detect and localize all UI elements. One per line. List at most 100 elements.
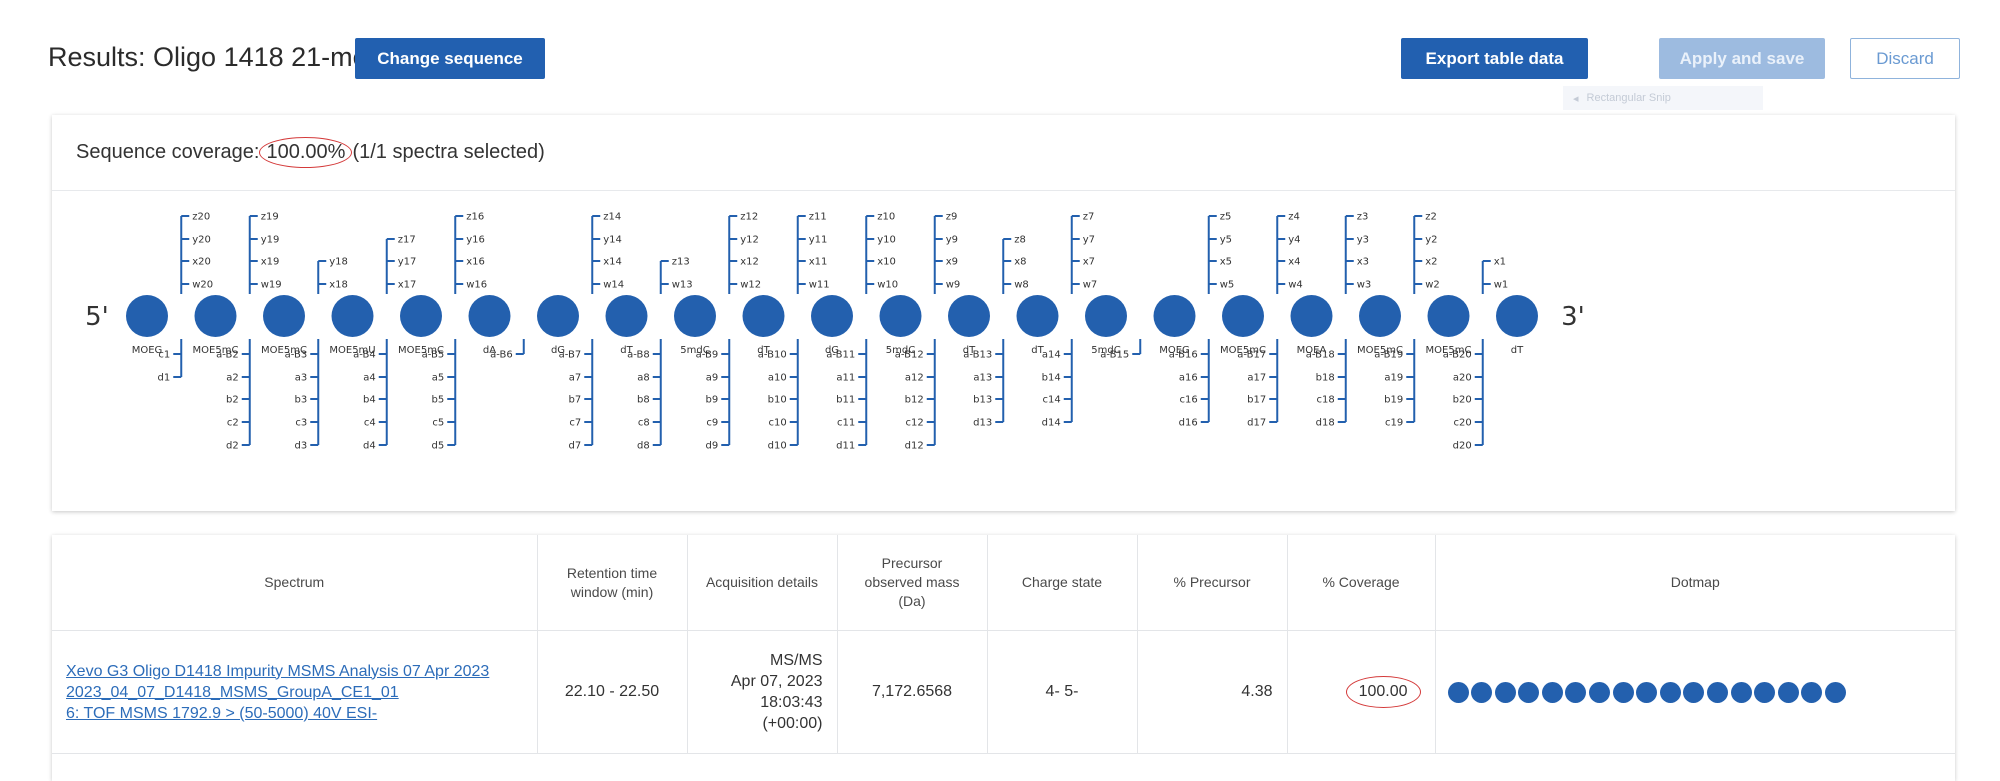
fragment-label: b13	[973, 395, 992, 406]
dotmap-dot	[1801, 681, 1823, 703]
acq-time: 18:03:43	[760, 694, 823, 711]
fragment-label: z12	[740, 212, 758, 223]
dotmap-dot	[1777, 681, 1799, 703]
fragment-label: w1	[1494, 280, 1509, 291]
header-retention[interactable]: Retention time window (min)	[537, 535, 688, 631]
residue-circle	[126, 295, 168, 337]
fragment-label: a13	[973, 373, 992, 384]
change-sequence-button[interactable]: Change sequence	[355, 38, 545, 79]
fragment-label: y20	[192, 235, 211, 246]
fragment-label: a-B6	[490, 350, 513, 361]
fragment-label: a20	[1453, 373, 1472, 384]
spectrum-link[interactable]: Xevo G3 Oligo D1418 Impurity MSMS Analys…	[66, 661, 523, 724]
apply-and-save-button: Apply and save	[1659, 38, 1825, 79]
fragment-label: c10	[769, 418, 787, 429]
fragment-label: a-B19	[1374, 350, 1403, 361]
residue-circle	[400, 295, 442, 337]
fragment-label: d5	[432, 441, 445, 452]
fragment-label: x19	[261, 257, 280, 268]
residue-circle	[811, 295, 853, 337]
header-pct-coverage[interactable]: % Coverage	[1287, 535, 1436, 631]
fragment-label: c4	[364, 418, 376, 429]
fragment-label: w3	[1357, 280, 1372, 291]
fragment-label: x3	[1357, 257, 1369, 268]
fragment-label: d20	[1453, 441, 1472, 452]
fragment-label: b4	[363, 395, 376, 406]
fragment-label: w7	[1083, 280, 1098, 291]
residue-circle	[194, 295, 237, 337]
fragment-label: d18	[1316, 418, 1335, 429]
fragment-label: x14	[603, 257, 622, 268]
fragment-label: a-B4	[353, 350, 376, 361]
coverage-summary: Sequence coverage: 100.00% (1/1 spectra se…	[76, 137, 545, 168]
fragment-label: a-B16	[1169, 350, 1198, 361]
fragment-label: a17	[1247, 373, 1266, 384]
fragment-label: a4	[363, 373, 376, 384]
fragment-label: c11	[837, 418, 855, 429]
fragment-label: c12	[906, 418, 924, 429]
fragment-label: d1	[158, 373, 171, 384]
fragment-label: a-B18	[1306, 350, 1335, 361]
fragment-label: y2	[1425, 235, 1437, 246]
fragment-label: b14	[1042, 373, 1061, 384]
fragment-label: y12	[740, 235, 759, 246]
fragment-label: a-B10	[758, 350, 787, 361]
residue-circle	[537, 295, 579, 337]
fragment-label: z20	[192, 212, 210, 223]
fragment-label: a9	[706, 373, 719, 384]
fragment-label: d7	[569, 441, 582, 452]
residue-circle	[742, 295, 785, 337]
fragment-label: y11	[809, 235, 828, 246]
fragment-label: b20	[1453, 395, 1472, 406]
fragment-label: z19	[261, 212, 279, 223]
acquisition-cell: MS/MS Apr 07, 2023 18:03:43 (+00:00)	[687, 630, 838, 754]
dotmap-dot	[1565, 681, 1587, 703]
fragment-label: y9	[946, 235, 958, 246]
table-row[interactable]: Xevo G3 Oligo D1418 Impurity MSMS Analys…	[52, 630, 1955, 754]
dotmap-dot	[1494, 681, 1516, 703]
fragment-label: w11	[809, 280, 830, 291]
discard-button[interactable]: Discard	[1850, 38, 1960, 79]
fragment-label: y14	[603, 235, 622, 246]
residue-circle	[1153, 295, 1196, 337]
header-charge-state[interactable]: Charge state	[987, 535, 1138, 631]
fragment-label: y7	[1083, 235, 1095, 246]
header-pct-precursor[interactable]: % Precursor	[1137, 535, 1288, 631]
header-acquisition[interactable]: Acquisition details	[687, 535, 838, 631]
fragment-label: z11	[809, 212, 827, 223]
dotmap-dot	[1447, 681, 1469, 703]
residue-circle	[468, 295, 511, 337]
fragment-label: d2	[226, 441, 239, 452]
five-prime-label: 5'	[85, 302, 109, 332]
acq-date: Apr 07, 2023	[730, 673, 823, 690]
fragment-label: z8	[1014, 235, 1026, 246]
dotmap-dot	[1636, 681, 1658, 703]
dotmap-dot	[1518, 681, 1540, 703]
fragment-label: b11	[836, 395, 855, 406]
fragment-label: a12	[905, 373, 924, 384]
residue-circle	[331, 295, 374, 337]
residue-circle	[1085, 295, 1127, 337]
header-spectrum[interactable]: Spectrum	[52, 535, 538, 631]
residue-circle	[674, 295, 716, 337]
residue-circle	[1016, 295, 1059, 337]
fragment-label: c19	[1385, 418, 1403, 429]
fragment-label: a-B12	[895, 350, 924, 361]
fragment-label: b8	[637, 395, 650, 406]
fragment-label: x12	[740, 257, 759, 268]
pct-coverage-value: 100.00	[1345, 676, 1421, 708]
fragment-label: w13	[672, 280, 693, 291]
fragment-label: w9	[946, 280, 961, 291]
header-precursor-mass[interactable]: Precursor observed mass (Da)	[837, 535, 988, 631]
fragment-label: b17	[1247, 395, 1266, 406]
snip-tooltip: ◂ Rectangular Snip	[1563, 86, 1763, 110]
export-table-button[interactable]: Export table data	[1401, 38, 1588, 79]
fragment-label: c1	[158, 350, 170, 361]
fragment-label: d11	[836, 441, 855, 452]
fragment-label: y10	[877, 235, 896, 246]
fragment-label: z5	[1220, 212, 1232, 223]
dotmap-dot	[1730, 681, 1752, 703]
fragment-label: z13	[672, 257, 690, 268]
fragment-label: c5	[432, 418, 444, 429]
fragment-label: w10	[877, 280, 898, 291]
